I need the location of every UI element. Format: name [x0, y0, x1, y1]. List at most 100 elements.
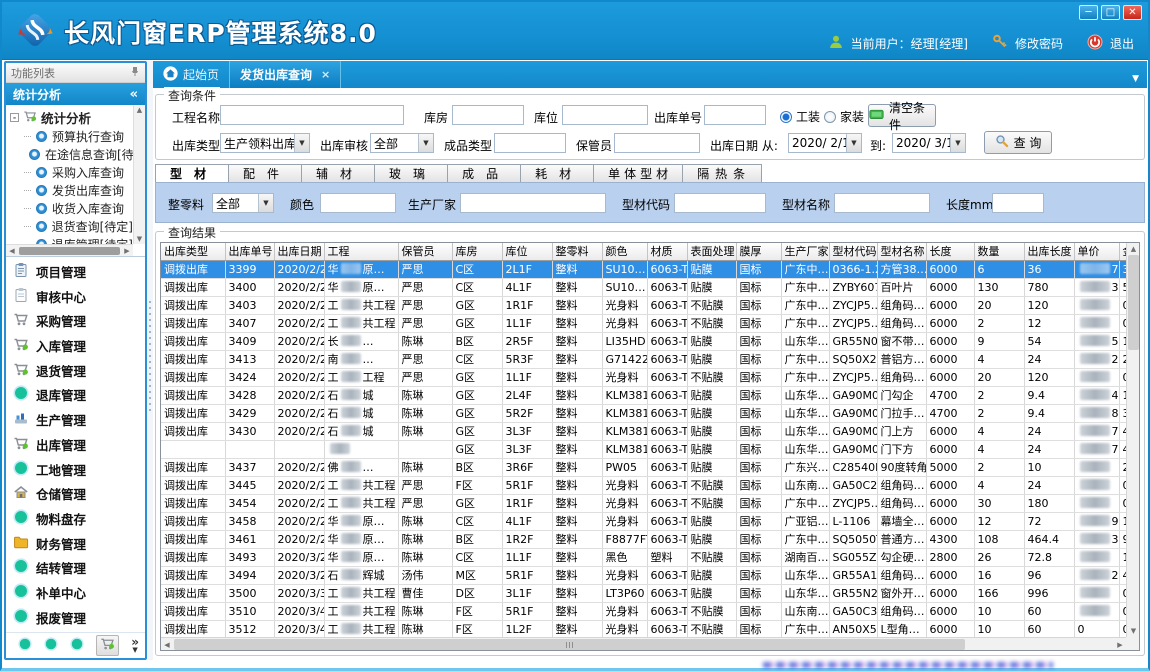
- column-header[interactable]: 材质: [647, 243, 687, 260]
- column-header[interactable]: 数量: [974, 243, 1024, 260]
- table-row[interactable]: 调拨出库34582020/2/28华原…陈琳C区4L1F整料光身料6063-T5…: [161, 512, 1126, 530]
- table-row[interactable]: 调拨出库34282020/2/26石城陈琳G区2L4F整料KLM38176063…: [161, 386, 1126, 404]
- profile-name-input[interactable]: [834, 193, 930, 213]
- subtab-material[interactable]: 型材: [155, 164, 229, 183]
- table-row[interactable]: 调拨出库34372020/2/27佛…陈琳B区3R6F整料PW056063-T5…: [161, 458, 1126, 476]
- change-password-link[interactable]: 修改密码: [1015, 35, 1063, 52]
- column-header[interactable]: 生产厂家: [781, 243, 829, 260]
- subtab-material[interactable]: 单体型材: [594, 164, 683, 183]
- sidebar-menu-item[interactable]: 审核中心: [13, 285, 145, 307]
- sidebar-menu-item[interactable]: 退货管理: [13, 359, 145, 381]
- whole-piece-dropdown[interactable]: 全部▼: [212, 193, 274, 213]
- sidebar-menu-item[interactable]: 财务管理: [13, 532, 145, 554]
- column-header[interactable]: 工程: [324, 243, 398, 260]
- location-input[interactable]: [562, 105, 648, 125]
- table-row[interactable]: 调拨出库35102020/3/4工共工程陈琳F区5R1F整料光身料6063-T5…: [161, 602, 1126, 620]
- column-header[interactable]: 单价: [1074, 243, 1119, 260]
- audit-dropdown[interactable]: 全部▼: [370, 133, 434, 153]
- search-button[interactable]: 查 询: [984, 131, 1052, 154]
- sidebar-menu-item[interactable]: 采购管理: [13, 310, 145, 332]
- logout-link[interactable]: 退出: [1110, 35, 1134, 52]
- sidebar-menu-item[interactable]: 仓储管理: [13, 483, 145, 505]
- sidebar-menu-item[interactable]: 工地管理: [13, 458, 145, 480]
- tree-item[interactable]: 采购入库查询: [10, 163, 133, 181]
- table-row[interactable]: 调拨出库34942020/3/2石辉城汤伟M区5R1F整料光身料6063-T5贴…: [161, 566, 1126, 584]
- column-header[interactable]: 库位: [502, 243, 552, 260]
- tree-item[interactable]: 退库管理[待定]: [10, 235, 133, 244]
- column-header[interactable]: 保管员: [398, 243, 452, 260]
- grid-vertical-scrollbar[interactable]: ▲▼: [1126, 243, 1139, 637]
- maximize-button[interactable]: □: [1101, 5, 1120, 20]
- sidebar-menu-item[interactable]: 入库管理: [13, 335, 145, 357]
- color-input[interactable]: [320, 193, 396, 213]
- sidebar-menu-item[interactable]: 物料盘存: [13, 508, 145, 530]
- radio-gongzhuang[interactable]: 工装: [780, 108, 820, 125]
- table-row[interactable]: 调拨出库34092020/2/25长…陈琳B区2R5F整料LI35HD6063-…: [161, 332, 1126, 350]
- table-row[interactable]: 调拨出库34002020/2/25华原…严思C区4L1F整料SU10…6063-…: [161, 278, 1126, 296]
- outbound-type-dropdown[interactable]: 生产领料出库▼: [220, 133, 310, 153]
- overflow-chevron[interactable]: »▼: [131, 638, 139, 654]
- sidebar-menu-item[interactable]: 出库管理: [13, 433, 145, 455]
- sidebar-menu-item[interactable]: 补单中心: [13, 582, 145, 604]
- minimize-button[interactable]: ─: [1079, 5, 1098, 20]
- subtab-material[interactable]: 隔热条: [683, 164, 762, 183]
- table-row[interactable]: G区3L3F整料KLM38176063-T5贴膜国标山东华…GA90M09.门下…: [161, 440, 1126, 458]
- radio-jiazhuang[interactable]: 家装: [824, 108, 864, 125]
- table-row[interactable]: 调拨出库34932020/3/2华原…陈琳C区1L1F整料黑色塑料不贴膜国标湖南…: [161, 548, 1126, 566]
- dot-icon[interactable]: [44, 636, 58, 655]
- column-header[interactable]: 型材名称: [877, 243, 926, 260]
- sidebar-group-header[interactable]: 统计分析 «: [6, 83, 145, 105]
- subtab-material[interactable]: 成品: [448, 164, 521, 183]
- tab-list-dropdown-icon[interactable]: ▼: [1132, 74, 1147, 88]
- table-row[interactable]: 调拨出库35002020/3/3工共工程曹佳D区3L1F整料LT3P606063…: [161, 584, 1126, 602]
- project-name-input[interactable]: [220, 105, 404, 125]
- dot-icon[interactable]: [18, 636, 32, 655]
- keeper-input[interactable]: [614, 133, 700, 153]
- profile-code-input[interactable]: [674, 193, 766, 213]
- date-from-picker[interactable]: 2020/ 2/16▼: [788, 133, 862, 153]
- subtab-material[interactable]: 玻璃: [375, 164, 448, 183]
- tree-item[interactable]: 发货出库查询: [10, 181, 133, 199]
- table-row[interactable]: 调拨出库34032020/2/25工共工程严思G区1R1F整料光身料6063-T…: [161, 296, 1126, 314]
- pin-icon[interactable]: [130, 66, 140, 79]
- column-header[interactable]: 膜厚: [736, 243, 781, 260]
- table-row[interactable]: 调拨出库34132020/2/26南…严思C区5R3F整料G714226063-…: [161, 350, 1126, 368]
- order-no-input[interactable]: [704, 105, 766, 125]
- tree-item[interactable]: 收货入库查询: [10, 199, 133, 217]
- column-header[interactable]: 出库日期: [274, 243, 324, 260]
- table-row[interactable]: 调拨出库34452020/2/27工共工程严思F区5R1F整料光身料6063-T…: [161, 476, 1126, 494]
- tree-item[interactable]: 在途信息查询[待: [10, 145, 133, 163]
- tree-horizontal-scrollbar[interactable]: ◀ ▶: [6, 244, 133, 256]
- table-row[interactable]: 调拨出库35122020/3/4工共工程陈琳F区1L2F整料光身料6063-T5…: [161, 620, 1126, 637]
- sidebar-menu-item[interactable]: 报废管理: [13, 606, 145, 628]
- column-header[interactable]: 出库长度: [1024, 243, 1074, 260]
- clear-conditions-button[interactable]: 清空条件: [868, 104, 936, 127]
- table-row[interactable]: 调拨出库33992020/2/25华原…严思C区2L1F整料SU10…6063-…: [161, 260, 1126, 278]
- sidebar-menu-item[interactable]: 退库管理: [13, 384, 145, 406]
- length-input[interactable]: [992, 193, 1044, 213]
- tab-close-icon[interactable]: ×: [321, 68, 330, 81]
- tree-vertical-scrollbar[interactable]: ▲▼: [133, 105, 145, 244]
- tab-home[interactable]: 起始页: [153, 61, 229, 88]
- cart-button[interactable]: [96, 635, 119, 656]
- subtab-material[interactable]: 辅材: [302, 164, 375, 183]
- table-row[interactable]: 调拨出库34292020/2/26石城陈琳G区5R2F整料KLM38176063…: [161, 404, 1126, 422]
- column-header[interactable]: 长度: [926, 243, 974, 260]
- column-header[interactable]: 型材代码: [829, 243, 877, 260]
- column-header[interactable]: 颜色: [602, 243, 647, 260]
- tree-expander-icon[interactable]: -: [10, 113, 19, 122]
- sidebar-menu-item[interactable]: 结转管理: [13, 557, 145, 579]
- column-header[interactable]: 表面处理: [687, 243, 736, 260]
- manufacturer-input[interactable]: [460, 193, 606, 213]
- tree-root-node[interactable]: -统计分析: [10, 108, 133, 127]
- product-type-input[interactable]: [494, 133, 566, 153]
- column-header[interactable]: 金额: [1119, 243, 1126, 260]
- column-header[interactable]: 出库单号: [225, 243, 274, 260]
- table-row[interactable]: 调拨出库34302020/2/26石城陈琳G区3L3F整料KLM38176063…: [161, 422, 1126, 440]
- tree-item[interactable]: 退货查询[待定]: [10, 217, 133, 235]
- subtab-material[interactable]: 配件: [229, 164, 302, 183]
- table-row[interactable]: 调拨出库34072020/2/25工共工程严思G区1L1F整料光身料6063-T…: [161, 314, 1126, 332]
- tree-item[interactable]: 预算执行查询: [10, 127, 133, 145]
- column-header[interactable]: 出库类型: [161, 243, 225, 260]
- date-to-picker[interactable]: 2020/ 3/16▼: [892, 133, 966, 153]
